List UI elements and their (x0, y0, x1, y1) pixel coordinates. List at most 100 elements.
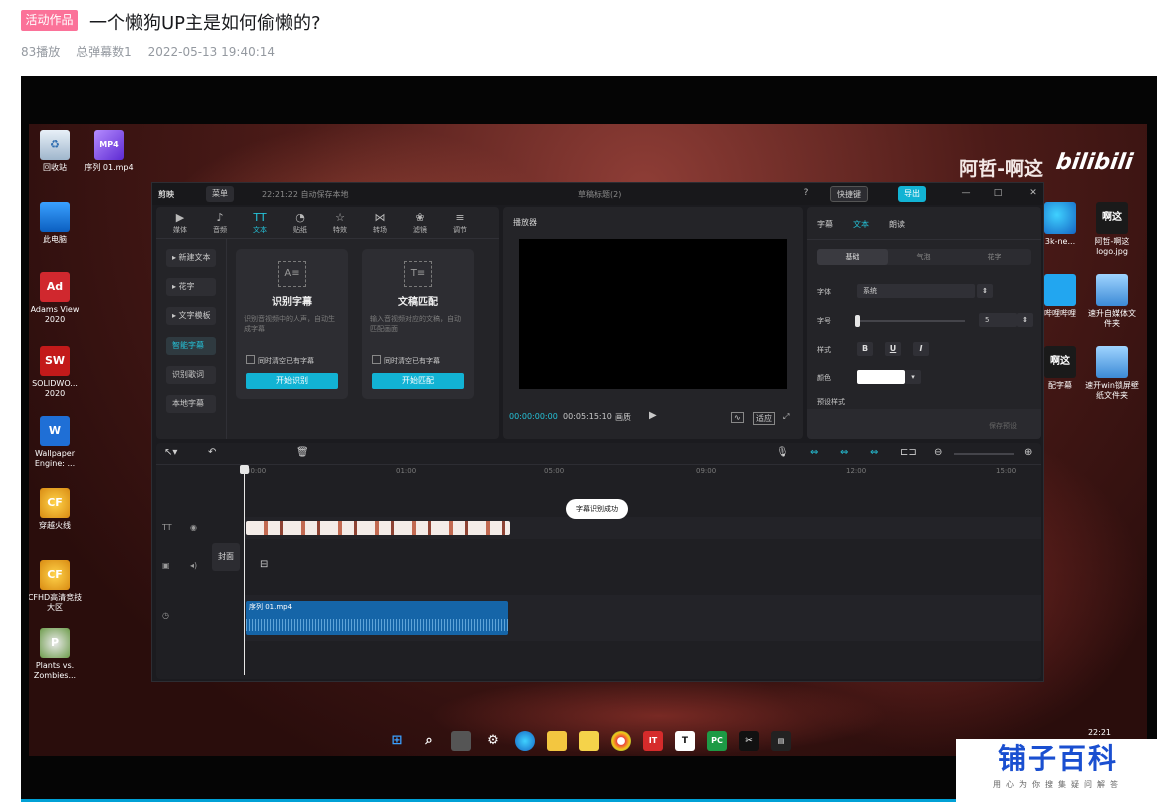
player-panel: 播放器 00:00:00:00 00:05:15:10 画质 ▶ ∿ 适应 ⤢ (503, 207, 803, 439)
chrome-icon[interactable] (611, 731, 631, 751)
folder-icon (1096, 274, 1128, 306)
delete-icon[interactable]: 🗑 (296, 447, 309, 458)
adams-icon: Ad (40, 272, 70, 302)
media-clip[interactable]: 序列 01.mp4 (246, 601, 508, 635)
pycharm-icon[interactable]: PC (707, 731, 727, 751)
color-dropdown-icon[interactable]: ▾ (905, 370, 921, 384)
tab-text-props[interactable]: 文本 (853, 219, 869, 230)
start-recognize-button[interactable]: 开始识别 (246, 373, 338, 389)
play-icon[interactable]: ▶ (649, 410, 657, 421)
clear-existing-checkbox[interactable]: 同时清空已有字幕 (246, 355, 314, 366)
zoom-slider[interactable] (954, 453, 1014, 455)
size-slider[interactable] (857, 320, 965, 322)
eye-icon[interactable]: ◉ (190, 523, 197, 532)
minimize-icon[interactable]: — (960, 187, 972, 199)
font-stepper-icon[interactable]: ⇕ (977, 284, 993, 298)
tab-transitions[interactable]: ⋈ 转场 (362, 211, 398, 235)
tab-subtitle[interactable]: 字幕 (817, 219, 833, 230)
maximize-icon[interactable]: □ (992, 187, 1004, 199)
segment-bubble[interactable]: 气泡 (888, 249, 959, 265)
start-match-button[interactable]: 开始匹配 (372, 373, 464, 389)
link-icon[interactable]: ⇔ (810, 447, 818, 458)
tv-icon (1044, 274, 1076, 306)
edge-icon (1044, 202, 1076, 234)
subtitle-success-toast: 字幕识别成功 (566, 499, 628, 519)
desktop-icon-this-pc: 此电脑 (29, 202, 85, 245)
split-icon[interactable]: ⊏⊐ (900, 447, 917, 458)
size-slider-handle[interactable] (855, 315, 860, 327)
quality-select[interactable]: 画质 (615, 412, 631, 423)
video-track-icon: ▣ (162, 561, 170, 570)
shortcut-button[interactable]: 快捷键 (830, 186, 868, 202)
ratio-button[interactable]: 适应 (753, 412, 775, 425)
waveform-icon[interactable]: ∿ (731, 412, 744, 423)
script-match-card: T≡ 文稿匹配 输入音视频对应的文稿，自动匹配画面 同时清空已有字幕 开始匹配 (362, 249, 474, 399)
cover-button[interactable]: 封面 (212, 543, 240, 571)
autosave-status: 22:21:22 自动保存本地 (262, 190, 349, 199)
tab-stickers[interactable]: ◔ 贴纸 (282, 211, 318, 235)
undo-icon[interactable]: ↶ (208, 447, 216, 458)
tab-text[interactable]: TT 文本 (242, 211, 278, 235)
clear-existing-checkbox[interactable]: 同时清空已有字幕 (372, 355, 440, 366)
side-item-lyrics[interactable]: 识别歌词 (166, 366, 216, 384)
video-frame[interactable]: ♻ 回收站 MP4 序列 01.mp4 此电脑 Ad Adams View 20… (29, 124, 1147, 756)
side-item-text-template[interactable]: ▸ 文字模板 (166, 307, 216, 325)
underline-button[interactable]: U (885, 342, 901, 356)
draft-title: 草稿标题(2) (578, 190, 622, 199)
site-logo-slogan: 用心为你搜集疑问解答 (993, 780, 1123, 789)
segment-fancy[interactable]: 花字 (959, 249, 1030, 265)
search-icon[interactable]: ⌕ (419, 731, 439, 751)
segment-basic[interactable]: 基础 (817, 249, 888, 265)
activity-badge[interactable]: 活动作品 (21, 10, 78, 31)
export-button[interactable]: 导出 (898, 186, 926, 202)
app-icon[interactable]: ▤ (771, 731, 791, 751)
select-tool-icon[interactable]: ↖▾ (164, 447, 177, 458)
editor-titlebar: 剪映 菜单 22:21:22 自动保存本地 草稿标题(2) ? 快捷键 导出 —… (152, 183, 1043, 205)
fullscreen-icon[interactable]: ⤢ (783, 412, 789, 422)
site-logo-text: 铺子百科 (997, 742, 1118, 775)
tab-read-aloud[interactable]: 朗读 (889, 219, 905, 230)
edge-icon[interactable] (515, 731, 535, 751)
tab-filters[interactable]: ❀ 滤镜 (402, 211, 438, 235)
volume-icon[interactable]: ◂) (190, 561, 197, 570)
desktop-icon-cf: CF 穿越火线 (29, 488, 85, 531)
playhead[interactable] (240, 465, 249, 675)
tab-effects[interactable]: ☆ 特效 (322, 211, 358, 235)
close-icon[interactable]: ✕ (1027, 187, 1039, 199)
start-icon[interactable]: ⊞ (387, 731, 407, 751)
save-preset-button[interactable]: 保存预设 (989, 421, 1017, 431)
tab-audio[interactable]: ♪ 音频 (202, 211, 238, 235)
tab-media[interactable]: ▶ 媒体 (162, 211, 198, 235)
ithome-icon[interactable]: IT (643, 731, 663, 751)
font-select[interactable]: 系统 (857, 284, 975, 298)
notes-icon[interactable] (579, 731, 599, 751)
size-input[interactable]: 5 (979, 313, 1017, 327)
desktop-icon-wallpaper: W Wallpaper Engine: ... (29, 416, 85, 469)
color-swatch[interactable] (857, 370, 905, 384)
side-item-smart-subtitle[interactable]: 智能字幕 (166, 337, 216, 355)
typora-icon[interactable]: T (675, 731, 695, 751)
zoom-in-icon[interactable]: ⊕ (1024, 447, 1032, 458)
size-stepper-icon[interactable]: ⇕ (1017, 313, 1033, 327)
task-view-icon[interactable] (451, 731, 471, 751)
side-item-fancy-text[interactable]: ▸ 花字 (166, 278, 216, 296)
menu-dropdown[interactable]: 菜单 (206, 186, 234, 202)
side-item-local-subtitle[interactable]: 本地字幕 (166, 395, 216, 413)
microphone-icon[interactable]: 🎙 (776, 447, 789, 458)
player-title: 播放器 (513, 218, 537, 227)
zoom-out-icon[interactable]: ⊖ (934, 447, 942, 458)
bold-button[interactable]: B (857, 342, 873, 356)
preview-axis-icon[interactable]: ⇔ (870, 447, 878, 458)
help-icon[interactable]: ? (800, 187, 812, 199)
file-explorer-icon[interactable] (547, 731, 567, 751)
subtitle-clip[interactable] (246, 521, 510, 535)
italic-button[interactable]: I (913, 342, 929, 356)
capcut-icon[interactable]: ✂ (739, 731, 759, 751)
preview-canvas[interactable] (519, 239, 787, 389)
side-item-new-text[interactable]: ▸ 新建文本 (166, 249, 216, 267)
clock[interactable]: 22:21 (1088, 728, 1111, 737)
recycle-bin-icon: ♻ (40, 130, 70, 160)
snap-icon[interactable]: ⇔ (840, 447, 848, 458)
settings-icon[interactable]: ⚙ (483, 731, 503, 751)
tab-adjust[interactable]: ≡ 调节 (442, 211, 478, 235)
